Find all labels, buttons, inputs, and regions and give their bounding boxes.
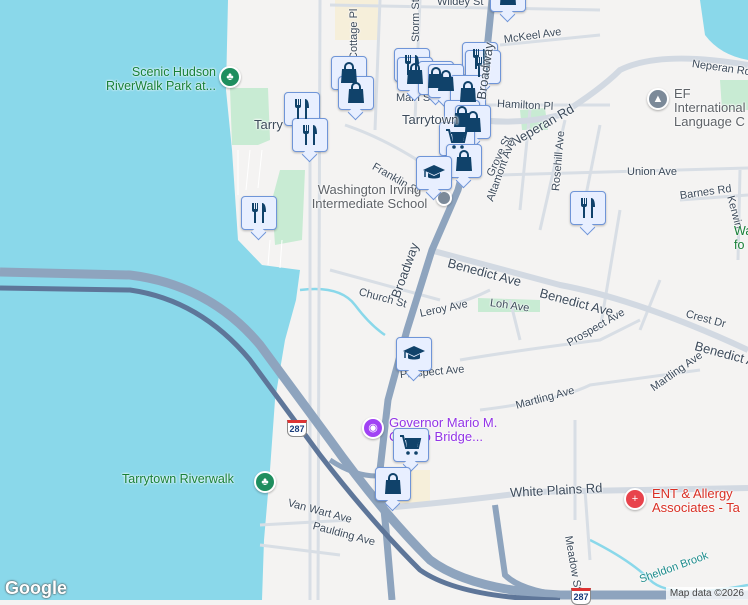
restaurant-icon	[576, 196, 600, 220]
park-icon-riverwalk[interactable]: ♣	[254, 471, 276, 493]
poi-tarrytown-riverwalk[interactable]: Tarrytown Riverwalk	[122, 472, 234, 486]
shopping-bag-icon	[381, 472, 405, 496]
poi-ef[interactable]: EF International Language C	[674, 87, 748, 129]
shopping-bag-icon	[496, 0, 520, 7]
marker-shopping[interactable]	[338, 76, 374, 110]
marker-school[interactable]	[396, 337, 432, 371]
restaurant-icon	[247, 201, 271, 225]
hospital-icon[interactable]: +	[624, 488, 646, 510]
place-tarry-partial: Tarry	[254, 117, 283, 132]
marker-shopping[interactable]	[375, 467, 411, 501]
street-cottage: Cottage Pl	[348, 8, 360, 60]
restaurant-icon	[290, 97, 314, 121]
shopping-bag-icon	[452, 149, 476, 173]
poi-scenic-hudson[interactable]: Scenic Hudson RiverWalk Park at...	[96, 65, 216, 93]
poi-ent-allergy[interactable]: ENT & Allergy Associates - Ta	[652, 487, 748, 515]
map-attribution[interactable]: Map data ©2026	[665, 587, 748, 600]
marker-grocery[interactable]	[393, 428, 429, 462]
marker-restaurant[interactable]	[241, 196, 277, 230]
poi-walter[interactable]: Walter fo	[734, 224, 748, 252]
marker-restaurant[interactable]	[570, 191, 606, 225]
shopping-bag-icon	[434, 69, 458, 93]
education-icon[interactable]: ▲	[647, 88, 669, 110]
graduation-cap-icon	[402, 342, 426, 366]
i287-shield: 287	[287, 420, 307, 437]
google-logo: Google	[5, 578, 67, 598]
shopping-bag-icon	[344, 81, 368, 105]
grocery-cart-icon	[445, 127, 469, 151]
marker-school[interactable]	[416, 156, 452, 190]
grocery-cart-icon	[399, 433, 423, 457]
park-icon[interactable]: ♣	[219, 66, 241, 88]
camera-icon[interactable]: ◉	[362, 417, 384, 439]
restaurant-icon	[298, 123, 322, 147]
place-tarrytown: Tarrytown	[402, 112, 459, 127]
marker-shopping[interactable]	[446, 144, 482, 178]
street-wildey: Wildey St	[437, 0, 484, 8]
marker-restaurant[interactable]	[292, 118, 328, 152]
street-storm: Storm St	[410, 0, 422, 42]
i287-shield-2: 287	[571, 588, 591, 605]
graduation-cap-icon	[422, 161, 446, 185]
marker-shopping[interactable]	[490, 0, 526, 12]
street-union: Union Ave	[627, 166, 677, 178]
